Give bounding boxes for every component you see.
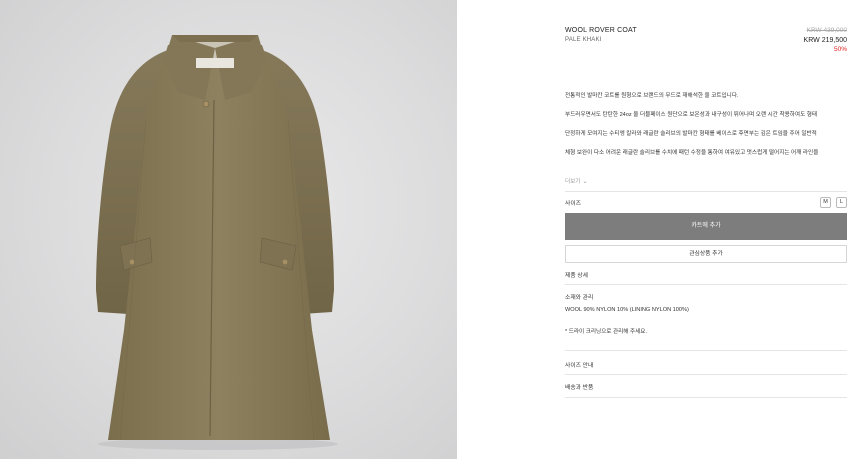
divider bbox=[565, 397, 847, 398]
discount-rate: 50% bbox=[833, 46, 847, 53]
divider bbox=[565, 191, 847, 192]
original-price: KRW 439,000 bbox=[806, 27, 847, 34]
more-label: 더보기 bbox=[565, 179, 581, 185]
shipping-returns-link[interactable]: 배송과 반품 bbox=[565, 382, 593, 391]
sale-price: KRW 219,500 bbox=[803, 37, 847, 44]
product-description: 전통적인 발마칸 코트를 원형으로 브랜드의 무드로 재해석한 울 코트입니다.… bbox=[565, 92, 850, 168]
material-care-heading: 소재와 관리 bbox=[565, 295, 594, 301]
description-line: 부드러우면서도 탄탄한 24oz 울 더블페이스 원단으로 보온성과 내구성이 … bbox=[565, 112, 818, 118]
product-name: WOOL ROVER COAT bbox=[565, 27, 637, 34]
chevron-down-icon: ⌄ bbox=[582, 179, 588, 185]
size-label: 사이즈 bbox=[565, 201, 581, 207]
product-header: WOOL ROVER COAT PALE KHAKI KRW 439,000 K… bbox=[565, 27, 847, 67]
size-guide-link[interactable]: 사이즈 안내 bbox=[565, 360, 593, 369]
divider bbox=[565, 350, 847, 351]
product-image[interactable] bbox=[0, 0, 457, 459]
divider bbox=[565, 284, 847, 285]
material-composition: WOOL 90% NYLON 10% (LINING NYLON 100%) bbox=[565, 307, 689, 313]
coat-illustration bbox=[96, 35, 338, 450]
size-option-l[interactable]: L bbox=[836, 197, 847, 208]
product-info-panel: WOOL ROVER COAT PALE KHAKI KRW 439,000 K… bbox=[457, 0, 850, 459]
divider bbox=[565, 374, 847, 375]
care-instruction: * 드라이 크리닝으로 관리해 주세요. bbox=[565, 329, 647, 335]
description-line: 체형 보완이 다소 어려운 래글란 슬리브를 수치에 패턴 수정을 통하여 여유… bbox=[565, 150, 819, 156]
description-line: 전통적인 발마칸 코트를 원형으로 브랜드의 무드로 재해석한 울 코트입니다. bbox=[565, 93, 739, 99]
add-to-cart-button[interactable]: 카트에 추가 bbox=[565, 213, 847, 240]
more-toggle[interactable]: 더보기 ⌄ bbox=[565, 177, 587, 185]
size-selector: M L bbox=[820, 197, 847, 208]
product-color: PALE KHAKI bbox=[565, 37, 602, 43]
size-option-m[interactable]: M bbox=[820, 197, 831, 208]
description-line: 단정하게 모여지는 수티엥 칼라와 래글란 슬리브의 발마칸 형태를 베이스로 … bbox=[565, 131, 817, 137]
product-details-heading[interactable]: 제품 상세 bbox=[565, 270, 588, 279]
add-to-wishlist-button[interactable]: 관심상품 추가 bbox=[565, 245, 847, 263]
